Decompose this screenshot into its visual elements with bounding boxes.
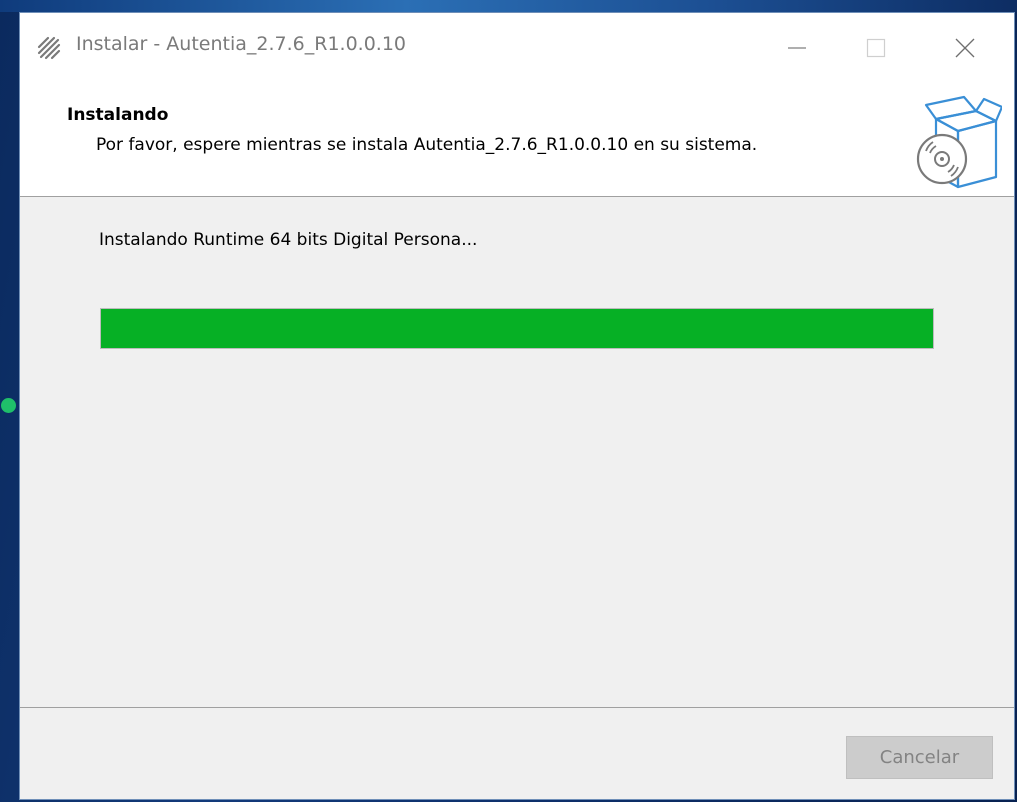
close-icon [955,38,975,58]
minimize-icon [788,47,806,49]
installer-window: Instalar - Autentia_2.7.6_R1.0.0.10 Inst… [19,12,1015,800]
install-progress-bar [100,308,934,349]
page-title: Instalando [67,105,169,125]
cursor-indicator [1,398,16,413]
wizard-header: Instalando Por favor, espere mientras se… [20,83,1014,197]
page-subtitle: Por favor, espere mientras se instala Au… [96,135,758,155]
maximize-button[interactable] [847,21,905,75]
minimize-button[interactable] [768,21,826,75]
cancel-button[interactable]: Cancelar [846,736,993,779]
window-title: Instalar - Autentia_2.7.6_R1.0.0.10 [76,33,407,55]
title-bar[interactable]: Instalar - Autentia_2.7.6_R1.0.0.10 [20,13,1014,83]
install-status-text: Instalando Runtime 64 bits Digital Perso… [99,230,478,250]
installer-app-icon [37,36,61,60]
close-button[interactable] [936,21,994,75]
maximize-icon [866,38,886,58]
install-progress-fill [101,309,933,348]
footer-divider [20,707,1014,708]
desktop-background [0,0,1017,12]
software-box-icon [916,95,1002,189]
